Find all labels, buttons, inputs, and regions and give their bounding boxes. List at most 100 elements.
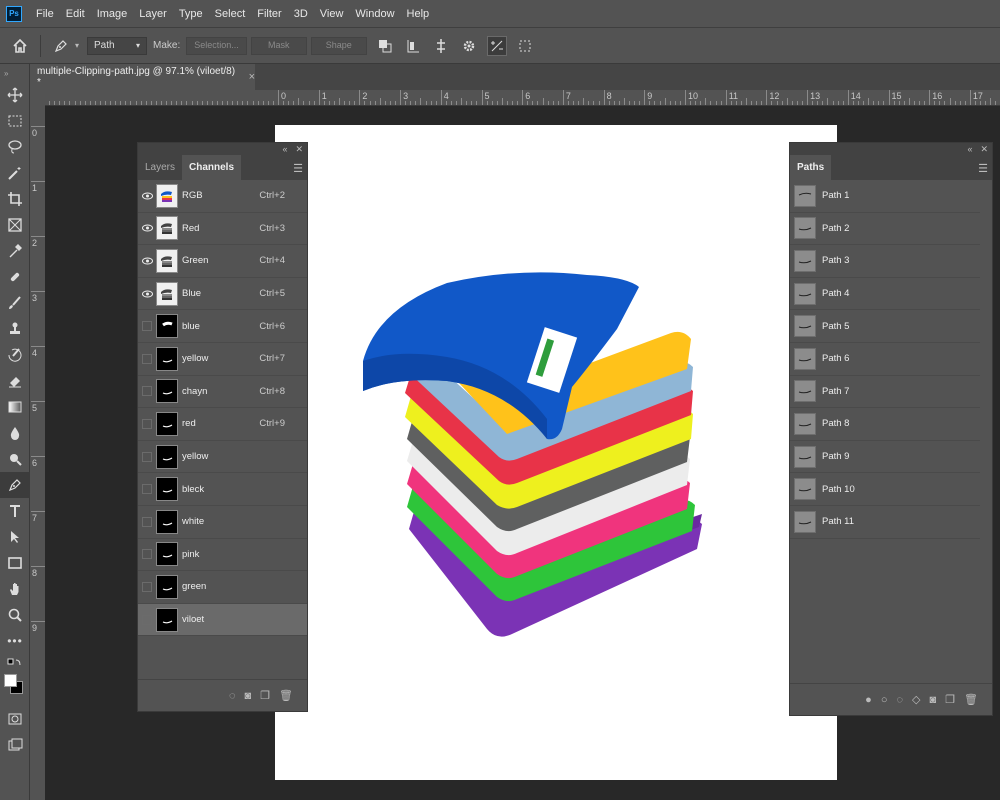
close-panel-icon[interactable]: ✕ bbox=[295, 144, 303, 155]
marquee-tool-icon[interactable] bbox=[0, 108, 30, 134]
visibility-toggle[interactable] bbox=[138, 604, 156, 636]
visibility-toggle[interactable] bbox=[138, 376, 156, 408]
collapse-panel-icon[interactable]: « bbox=[282, 144, 287, 154]
path-row[interactable]: Path 7 bbox=[790, 376, 980, 409]
visibility-toggle[interactable] bbox=[138, 310, 156, 342]
visibility-toggle[interactable] bbox=[138, 571, 156, 603]
path-row[interactable]: Path 6 bbox=[790, 343, 980, 376]
brush-tool-icon[interactable] bbox=[0, 290, 30, 316]
load-selection-icon[interactable]: ◌ bbox=[229, 690, 236, 702]
frame-tool-icon[interactable] bbox=[0, 212, 30, 238]
more-tools-icon[interactable]: ••• bbox=[0, 628, 30, 654]
path-row[interactable]: Path 10 bbox=[790, 473, 980, 506]
channel-row[interactable]: chayn Ctrl+8 bbox=[138, 376, 307, 409]
path-row[interactable]: Path 8 bbox=[790, 408, 980, 441]
menu-type[interactable]: Type bbox=[173, 8, 209, 20]
zoom-tool-icon[interactable] bbox=[0, 602, 30, 628]
trash-icon[interactable]: 🗑 bbox=[279, 689, 293, 702]
ruler-origin[interactable] bbox=[30, 90, 45, 106]
move-tool-icon[interactable] bbox=[0, 82, 30, 108]
eraser-tool-icon[interactable] bbox=[0, 368, 30, 394]
visibility-toggle[interactable] bbox=[138, 539, 156, 571]
channel-row[interactable]: Blue Ctrl+5 bbox=[138, 278, 307, 311]
rectangle-tool-icon[interactable] bbox=[0, 550, 30, 576]
path-row[interactable]: Path 1 bbox=[790, 180, 980, 213]
channel-row[interactable]: Red Ctrl+3 bbox=[138, 213, 307, 246]
make-shape-button[interactable]: Shape bbox=[310, 36, 367, 55]
screen-mode-icon[interactable] bbox=[0, 732, 30, 758]
quick-mask-icon[interactable] bbox=[0, 706, 30, 732]
crop-tool-icon[interactable] bbox=[0, 186, 30, 212]
stroke-path-icon[interactable]: ○ bbox=[881, 694, 888, 706]
path-alignment-icon[interactable] bbox=[403, 36, 423, 56]
eye-icon[interactable] bbox=[138, 278, 156, 310]
path-operations-icon[interactable] bbox=[375, 36, 395, 56]
dodge-tool-icon[interactable] bbox=[0, 446, 30, 472]
panel-menu-icon[interactable]: ☰ bbox=[978, 162, 988, 175]
eye-icon[interactable] bbox=[138, 180, 156, 212]
add-mask-icon[interactable]: ◙ bbox=[930, 694, 937, 706]
menu-help[interactable]: Help bbox=[401, 8, 436, 20]
path-row[interactable]: Path 9 bbox=[790, 441, 980, 474]
menu-select[interactable]: Select bbox=[209, 8, 252, 20]
path-arrangement-icon[interactable] bbox=[431, 36, 451, 56]
history-brush-tool-icon[interactable] bbox=[0, 342, 30, 368]
document-tab[interactable]: multiple-Clipping-path.jpg @ 97.1% (vilo… bbox=[30, 64, 255, 90]
home-icon[interactable] bbox=[10, 36, 30, 56]
new-path-icon[interactable]: ❐ bbox=[945, 693, 955, 706]
tab-layers[interactable]: Layers bbox=[138, 155, 182, 180]
trash-icon[interactable]: 🗑 bbox=[964, 693, 978, 706]
pen-tool-icon[interactable] bbox=[0, 472, 30, 498]
channel-row[interactable]: white bbox=[138, 506, 307, 539]
path-row[interactable]: Path 2 bbox=[790, 213, 980, 246]
load-path-as-selection-icon[interactable]: ◌ bbox=[896, 694, 903, 706]
menu-layer[interactable]: Layer bbox=[133, 8, 173, 20]
eyedropper-tool-icon[interactable] bbox=[0, 238, 30, 264]
visibility-toggle[interactable] bbox=[138, 441, 156, 473]
channel-row[interactable]: red Ctrl+9 bbox=[138, 408, 307, 441]
tool-mode-select[interactable]: Path ▾ bbox=[87, 36, 148, 55]
close-panel-icon[interactable]: ✕ bbox=[980, 144, 988, 155]
path-row[interactable]: Path 4 bbox=[790, 278, 980, 311]
path-row[interactable]: Path 3 bbox=[790, 245, 980, 278]
align-edges-icon[interactable] bbox=[515, 36, 535, 56]
channel-row[interactable]: Green Ctrl+4 bbox=[138, 245, 307, 278]
hand-tool-icon[interactable] bbox=[0, 576, 30, 602]
fill-path-icon[interactable]: ● bbox=[865, 694, 872, 706]
visibility-toggle[interactable] bbox=[138, 343, 156, 375]
blur-tool-icon[interactable] bbox=[0, 420, 30, 446]
type-tool-icon[interactable] bbox=[0, 498, 30, 524]
menu-view[interactable]: View bbox=[314, 8, 350, 20]
lasso-tool-icon[interactable] bbox=[0, 134, 30, 160]
foreground-color-swatch[interactable] bbox=[4, 674, 17, 687]
path-selection-tool-icon[interactable] bbox=[0, 524, 30, 550]
document-canvas[interactable] bbox=[275, 125, 837, 780]
auto-add-delete-icon[interactable] bbox=[486, 35, 507, 56]
path-row[interactable]: Path 11 bbox=[790, 506, 980, 539]
channel-row[interactable]: yellow bbox=[138, 441, 307, 474]
swap-colors-icon[interactable] bbox=[0, 654, 30, 672]
make-work-path-icon[interactable]: ◇ bbox=[912, 693, 920, 706]
menu-window[interactable]: Window bbox=[349, 8, 400, 20]
gear-icon[interactable] bbox=[459, 36, 479, 56]
tab-channels[interactable]: Channels bbox=[182, 155, 242, 180]
magic-wand-tool-icon[interactable] bbox=[0, 160, 30, 186]
new-channel-icon[interactable]: ❐ bbox=[260, 689, 270, 702]
channel-row[interactable]: pink bbox=[138, 539, 307, 572]
menu-image[interactable]: Image bbox=[91, 8, 134, 20]
make-selection-button[interactable]: Selection... bbox=[186, 36, 247, 55]
visibility-toggle[interactable] bbox=[138, 473, 156, 505]
collapse-toolbar-icon[interactable]: » bbox=[0, 64, 29, 82]
menu-filter[interactable]: Filter bbox=[251, 8, 287, 20]
eye-icon[interactable] bbox=[138, 245, 156, 277]
chevron-down-icon[interactable]: ▾ bbox=[75, 41, 79, 50]
color-swatches[interactable] bbox=[0, 672, 30, 706]
gradient-tool-icon[interactable] bbox=[0, 394, 30, 420]
make-mask-button[interactable]: Mask bbox=[250, 36, 307, 55]
channel-row[interactable]: yellow Ctrl+7 bbox=[138, 343, 307, 376]
path-row[interactable]: Path 5 bbox=[790, 310, 980, 343]
channel-row[interactable]: green bbox=[138, 571, 307, 604]
visibility-toggle[interactable] bbox=[138, 506, 156, 538]
eye-icon[interactable] bbox=[138, 213, 156, 245]
channel-row[interactable]: viloet bbox=[138, 603, 307, 637]
